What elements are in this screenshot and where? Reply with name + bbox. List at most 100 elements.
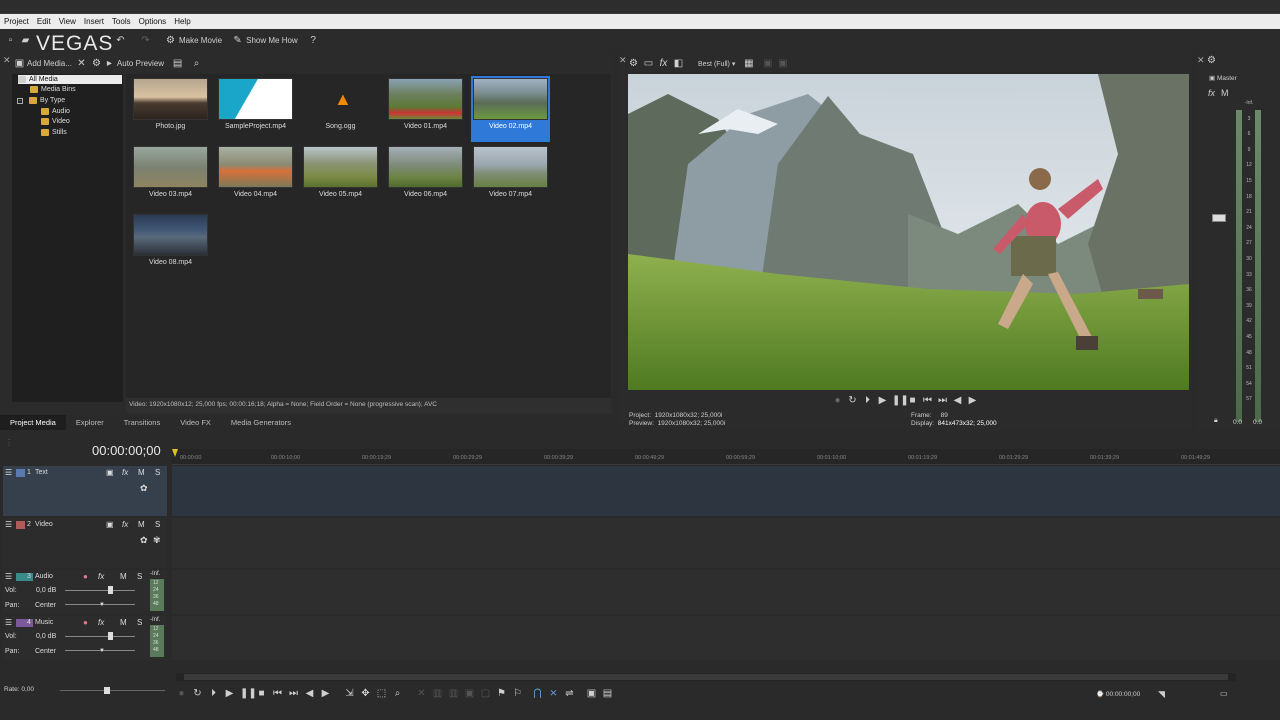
- go-to-start-icon[interactable]: ⏮: [272, 688, 283, 699]
- make-movie-button[interactable]: ⚙ Make Movie: [165, 35, 222, 46]
- marker-icon[interactable]: ▢: [480, 688, 491, 699]
- track-header-video[interactable]: ☰ 2 Video ▣ fx M S ✿ ✾: [3, 518, 167, 568]
- tree-stills[interactable]: Stills: [41, 129, 67, 136]
- volume-slider-handle[interactable]: [108, 632, 113, 640]
- auto-crossfade-icon[interactable]: ⨯: [548, 688, 559, 699]
- help-cursor-icon[interactable]: ?: [308, 35, 319, 46]
- stop-icon[interactable]: ■: [907, 395, 918, 406]
- motion-icon[interactable]: ✿: [140, 483, 148, 494]
- show-me-how-button[interactable]: ✎ Show Me How: [232, 35, 297, 46]
- tree-by-type[interactable]: - By Type: [17, 97, 65, 104]
- open-folder-icon[interactable]: ▰: [20, 35, 31, 46]
- tab-media-generators[interactable]: Media Generators: [221, 415, 301, 430]
- track-lane-video[interactable]: [172, 518, 1280, 568]
- insert-marker-icon[interactable]: ⚑: [496, 688, 507, 699]
- cursor-arrow-icon[interactable]: ◥: [1158, 689, 1165, 700]
- lock-icon[interactable]: 🔒︎: [1214, 417, 1218, 425]
- menu-help[interactable]: Help: [174, 17, 190, 26]
- media-item[interactable]: SampleProject.mp4: [218, 78, 293, 130]
- track-name[interactable]: Audio: [35, 573, 53, 580]
- track-name[interactable]: Video: [35, 521, 53, 528]
- master-mute-button[interactable]: M: [1221, 88, 1229, 98]
- track-fx-icon[interactable]: fx: [98, 572, 104, 581]
- gear-icon[interactable]: ⚙: [1207, 55, 1216, 66]
- track-header-text[interactable]: ☰ 1 Text ▣ fx M S ✿: [3, 466, 167, 516]
- tree-video[interactable]: Video: [41, 118, 70, 125]
- insert-region-icon[interactable]: ⚐: [512, 688, 523, 699]
- media-item[interactable]: Video 08.mp4: [133, 214, 208, 266]
- volume-slider-track[interactable]: [65, 590, 135, 591]
- rate-slider-handle[interactable]: [104, 687, 110, 694]
- track-mute-button[interactable]: M: [138, 520, 145, 529]
- tree-all-media[interactable]: All Media: [18, 75, 122, 84]
- video-preview-frame[interactable]: [628, 74, 1189, 390]
- menu-insert[interactable]: Insert: [84, 17, 104, 26]
- pause-icon[interactable]: ❚❚: [240, 688, 257, 699]
- track-lane-audio[interactable]: [172, 570, 1280, 614]
- track-name[interactable]: Music: [35, 619, 53, 626]
- event-fx-icon[interactable]: ▣: [586, 688, 597, 699]
- track-collapse-icon[interactable]: ☰: [5, 468, 12, 477]
- track-solo-button[interactable]: S: [137, 618, 142, 627]
- fx-icon[interactable]: fx: [658, 58, 669, 69]
- search-icon[interactable]: ⌕: [191, 58, 202, 69]
- volume-slider-handle[interactable]: [108, 586, 113, 594]
- play-from-start-icon[interactable]: ⏵: [862, 395, 873, 406]
- redo-icon[interactable]: ↷: [140, 35, 151, 46]
- track-collapse-icon[interactable]: ☰: [5, 520, 12, 529]
- track-header-music[interactable]: ☰ 4 Music ● fx M S Vol: 0,0 dB Pan: Cent…: [3, 616, 167, 660]
- media-item-selected[interactable]: Video 02.mp4: [471, 76, 550, 142]
- track-lane-text[interactable]: [172, 466, 1280, 516]
- master-fx-icon[interactable]: fx: [1208, 88, 1215, 98]
- volume-slider-track[interactable]: [65, 636, 135, 637]
- pan-crop-icon[interactable]: ✾: [153, 535, 161, 546]
- go-to-end-icon[interactable]: ⏭: [288, 688, 299, 699]
- loop-icon[interactable]: ↻: [192, 688, 203, 699]
- menu-project[interactable]: Project: [4, 17, 29, 26]
- snapping-icon[interactable]: ⋂: [532, 688, 543, 699]
- record-icon[interactable]: ●: [832, 395, 843, 406]
- play-icon[interactable]: ▶: [877, 395, 888, 406]
- track-mute-button[interactable]: M: [120, 572, 127, 581]
- trim-icon[interactable]: ▥: [432, 688, 443, 699]
- play-icon[interactable]: ▶: [224, 688, 235, 699]
- overlays-grid-icon[interactable]: ▦: [743, 58, 754, 69]
- stop-icon[interactable]: ■: [256, 688, 267, 699]
- track-fx-icon[interactable]: fx: [122, 520, 128, 529]
- timeline-ruler[interactable]: 00:00:00 00:00:10;00 00:00:19;29 00:00:29;2…: [172, 449, 1280, 465]
- track-fx-icon[interactable]: fx: [122, 468, 128, 477]
- timeline-grip-icon[interactable]: ⋮: [5, 438, 13, 447]
- media-item[interactable]: Video 06.mp4: [388, 146, 463, 198]
- selection-tool-icon[interactable]: ⬚: [376, 688, 387, 699]
- ripple-edit-icon[interactable]: ⇌: [564, 688, 575, 699]
- tree-audio[interactable]: Audio: [41, 108, 70, 115]
- new-project-icon[interactable]: ▫: [5, 35, 16, 46]
- playhead-marker-icon[interactable]: [172, 449, 178, 457]
- menu-options[interactable]: Options: [139, 17, 167, 26]
- pause-icon[interactable]: ❚❚: [892, 395, 909, 406]
- zoom-tool-icon[interactable]: ⌕: [392, 688, 403, 699]
- tree-media-bins[interactable]: Media Bins: [30, 86, 76, 93]
- gear-icon[interactable]: ⚙: [628, 58, 639, 69]
- media-item[interactable]: Video 03.mp4: [133, 146, 208, 198]
- split-screen-icon[interactable]: ◧: [673, 58, 684, 69]
- track-solo-button[interactable]: S: [155, 468, 160, 477]
- arm-record-icon[interactable]: ●: [83, 618, 88, 627]
- normal-edit-tool-icon[interactable]: ⇲: [344, 688, 355, 699]
- arm-record-icon[interactable]: ●: [83, 572, 88, 581]
- collapse-icon[interactable]: -: [17, 97, 23, 104]
- track-lane-music[interactable]: [172, 616, 1280, 660]
- quality-dropdown[interactable]: Best (Full) ▾: [698, 60, 735, 68]
- pan-crop-tool-icon[interactable]: ▤: [602, 688, 613, 699]
- external-monitor-icon[interactable]: ▭: [643, 58, 654, 69]
- menu-tools[interactable]: Tools: [112, 17, 131, 26]
- scrollbar-thumb[interactable]: [184, 674, 1228, 680]
- undo-icon[interactable]: ↶: [115, 35, 126, 46]
- play-from-start-icon[interactable]: ⏵: [208, 688, 219, 699]
- keyboard-icon[interactable]: ▭: [1220, 689, 1228, 698]
- remove-icon[interactable]: ✕: [76, 58, 87, 69]
- lock-events-icon[interactable]: ▣: [464, 688, 475, 699]
- tab-transitions[interactable]: Transitions: [114, 415, 170, 430]
- track-solo-button[interactable]: S: [137, 572, 142, 581]
- split-icon[interactable]: ▥: [448, 688, 459, 699]
